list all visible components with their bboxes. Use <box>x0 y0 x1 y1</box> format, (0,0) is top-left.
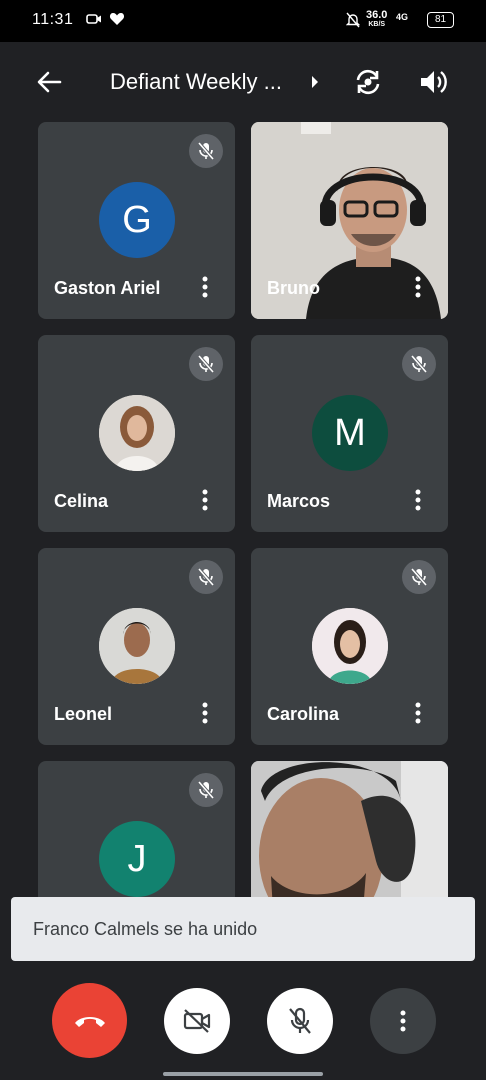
meeting-header: Defiant Weekly ... <box>0 42 486 120</box>
avatar: J <box>99 821 175 897</box>
participant-tile[interactable]: M Marcos <box>251 335 448 532</box>
status-time: 11:31 <box>32 11 74 28</box>
video-notification-icon <box>86 14 101 24</box>
caret-right-icon[interactable] <box>310 74 320 90</box>
snackbar-notification: Franco Calmels se ha unido <box>11 897 475 961</box>
participant-name: Carolina <box>267 704 340 724</box>
participant-name: Leonel <box>54 704 113 724</box>
participant-name: Gaston Ariel <box>54 278 161 298</box>
status-bar: 11:31 36.0 KB/S 4G 81 <box>0 0 486 42</box>
avatar-photo <box>99 608 175 684</box>
more-vert-icon[interactable] <box>201 489 209 511</box>
more-options-button[interactable] <box>370 988 436 1054</box>
meeting-title[interactable]: Defiant Weekly ... <box>110 69 282 95</box>
more-vert-icon[interactable] <box>414 489 422 511</box>
mic-off-icon <box>289 1007 311 1034</box>
mic-off-icon <box>189 773 223 807</box>
participant-tile[interactable]: G Gaston Ariel <box>38 122 235 319</box>
silent-icon <box>346 12 360 28</box>
more-vert-icon[interactable] <box>201 276 209 298</box>
mic-off-icon <box>402 560 436 594</box>
mic-off-icon <box>189 134 223 168</box>
back-arrow-icon[interactable] <box>34 67 64 97</box>
network-speed: 36.0 KB/S <box>366 10 387 29</box>
mic-off-icon <box>189 347 223 381</box>
participant-name: Celina <box>54 491 109 511</box>
toggle-mic-button[interactable] <box>267 988 333 1054</box>
mic-off-icon <box>189 560 223 594</box>
battery-indicator: 81 <box>427 12 454 28</box>
more-vert-icon[interactable] <box>414 702 422 724</box>
participant-tile[interactable]: Leonel <box>38 548 235 745</box>
signal-indicator: 4G <box>396 12 409 22</box>
more-vert-icon[interactable] <box>414 276 422 298</box>
end-call-button[interactable] <box>52 983 127 1058</box>
speaker-icon[interactable] <box>417 66 449 98</box>
participant-name: Marcos <box>267 491 331 511</box>
more-vert-icon[interactable] <box>201 702 209 724</box>
hang-up-icon <box>74 1016 105 1027</box>
camera-off-icon <box>183 1009 211 1033</box>
participant-tile[interactable]: Celina <box>38 335 235 532</box>
participant-tile[interactable]: Carolina <box>251 548 448 745</box>
participant-name: Bruno <box>267 278 320 298</box>
avatar-photo <box>312 608 388 684</box>
participant-video-tile[interactable]: Bruno <box>251 122 448 319</box>
mic-off-icon <box>402 347 436 381</box>
heart-icon <box>109 13 125 25</box>
switch-camera-icon[interactable] <box>352 66 384 98</box>
avatar: M <box>312 395 388 471</box>
network-speed-unit: KB/S <box>368 21 386 28</box>
toggle-camera-button[interactable] <box>164 988 230 1054</box>
gesture-navigation-bar[interactable] <box>163 1072 323 1076</box>
avatar: G <box>99 182 175 258</box>
more-vert-icon <box>400 1010 406 1032</box>
avatar-photo <box>99 395 175 471</box>
